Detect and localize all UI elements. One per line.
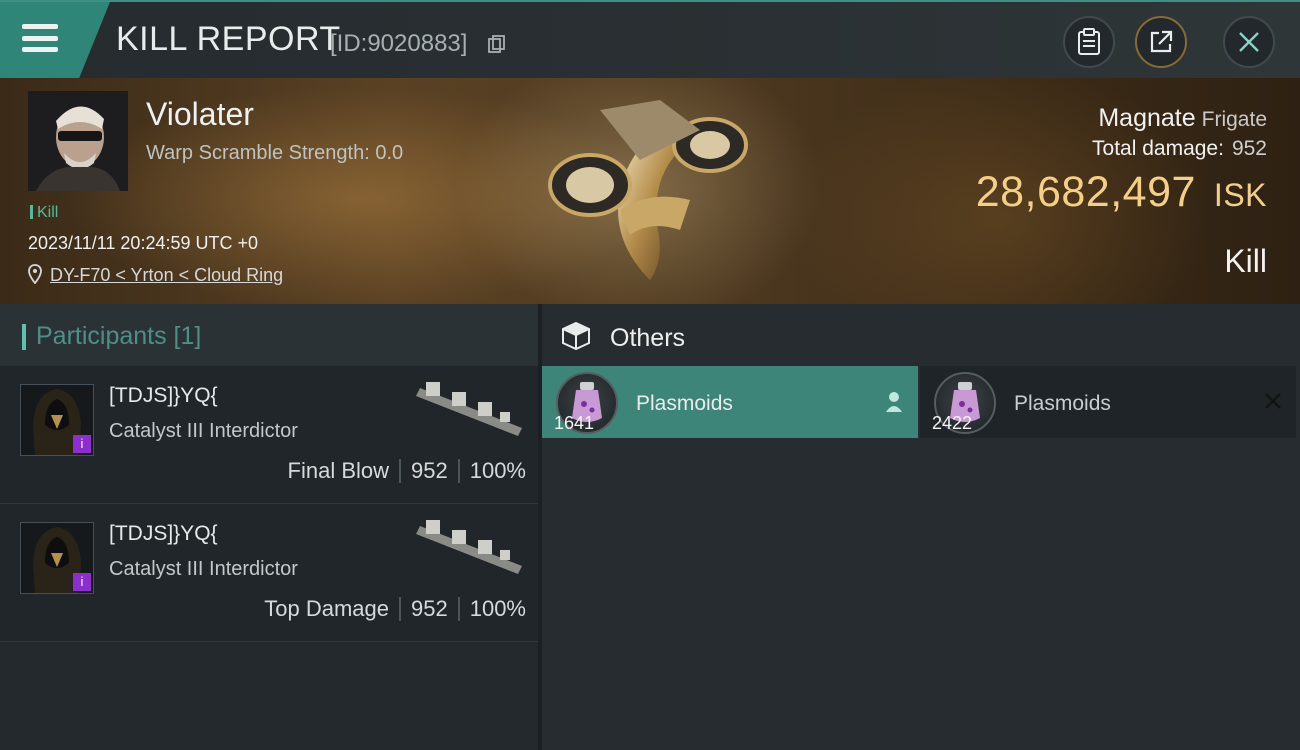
hamburger-icon (22, 24, 58, 52)
others-title: Others (610, 324, 686, 352)
loot-item[interactable]: 1641 Plasmoids (542, 366, 918, 438)
participant-role: Top Damage (264, 596, 389, 621)
item-name: Plasmoids (636, 392, 733, 415)
close-icon (1239, 32, 1259, 52)
participant-role: Final Blow (287, 458, 389, 483)
participant-percent: 100% (469, 596, 526, 621)
total-damage: Total damage: 952 (1092, 137, 1267, 161)
participant-row[interactable]: i [TDJS]}YQ{ Catalyst III Interdictor To… (0, 504, 538, 642)
victim-name[interactable]: Violater (146, 96, 254, 133)
kill-result: Kill (1224, 243, 1267, 279)
item-quantity: 2422 (932, 413, 973, 433)
copy-icon[interactable] (487, 34, 507, 54)
participants-title: Participants [1] (36, 322, 202, 350)
location-pin-icon (28, 264, 42, 284)
ship-type: Magnate (1098, 104, 1196, 132)
item-name: Plasmoids (1014, 392, 1111, 415)
participant-ship: Catalyst III Interdictor (109, 558, 298, 580)
top-bar: KILL REPORT [ID:9020883] (0, 0, 1300, 78)
info-badge-icon: i (73, 573, 91, 591)
cube-icon (562, 321, 590, 351)
clipboard-button[interactable] (1063, 16, 1115, 68)
ship-class: Frigate (1201, 108, 1267, 131)
others-panel: Others 1641 Plasmoids 2422 Plasmoids (542, 304, 1300, 750)
weapon-icon (416, 520, 522, 574)
warp-scramble-strength: Warp Scramble Strength: 0.0 (146, 142, 404, 164)
report-id: [ID:9020883] (330, 30, 468, 57)
share-icon (1150, 30, 1173, 53)
participant-damage: 952 (411, 596, 448, 621)
menu-button[interactable] (0, 2, 110, 78)
location-link[interactable]: DY-F70 < Yrton < Cloud Ring (50, 265, 283, 286)
close-icon[interactable] (1264, 392, 1282, 410)
participant-row[interactable]: i [TDJS]}YQ{ Catalyst III Interdictor Fi… (0, 366, 538, 504)
participant-damage: 952 (411, 458, 448, 483)
info-badge-icon: i (73, 435, 91, 453)
weapon-icon (416, 382, 522, 436)
isk-unit: ISK (1213, 177, 1267, 213)
avatar[interactable]: i (20, 384, 94, 456)
page-title: KILL REPORT (116, 20, 341, 58)
participant-name[interactable]: [TDJS]}YQ{ (109, 384, 218, 408)
person-icon (886, 392, 902, 412)
close-button[interactable] (1223, 16, 1275, 68)
kill-datetime: 2023/11/11 20:24:59 UTC +0 (28, 233, 259, 253)
participant-stats: Top Damage 952 100% (264, 596, 526, 622)
kill-banner: Violater Warp Scramble Strength: 0.0 Kil… (0, 78, 1300, 304)
kill-status-tag: Kill (30, 204, 58, 222)
clipboard-icon (1078, 28, 1100, 55)
total-damage-value: 952 (1231, 137, 1267, 160)
participants-header: Participants [1] (0, 304, 538, 366)
participants-panel: Participants [1] i [TDJS]}YQ{ Catalyst I… (0, 304, 538, 750)
avatar[interactable]: i (20, 522, 94, 594)
others-header: Others (542, 304, 1300, 366)
ship-name[interactable]: Magnate Frigate (1098, 104, 1267, 133)
isk-value: 28,682,497 ISK (976, 168, 1267, 217)
share-button[interactable] (1135, 16, 1187, 68)
ship-image (548, 100, 748, 280)
item-quantity: 1641 (554, 413, 595, 433)
participant-percent: 100% (469, 458, 526, 483)
participant-stats: Final Blow 952 100% (288, 458, 526, 484)
total-damage-label: Total damage: (1092, 137, 1224, 160)
participant-name[interactable]: [TDJS]}YQ{ (109, 522, 218, 546)
participant-ship: Catalyst III Interdictor (109, 420, 298, 442)
isk-amount: 28,682,497 (975, 168, 1196, 216)
loot-item[interactable]: 2422 Plasmoids (920, 366, 1296, 438)
victim-portrait[interactable] (28, 91, 128, 191)
